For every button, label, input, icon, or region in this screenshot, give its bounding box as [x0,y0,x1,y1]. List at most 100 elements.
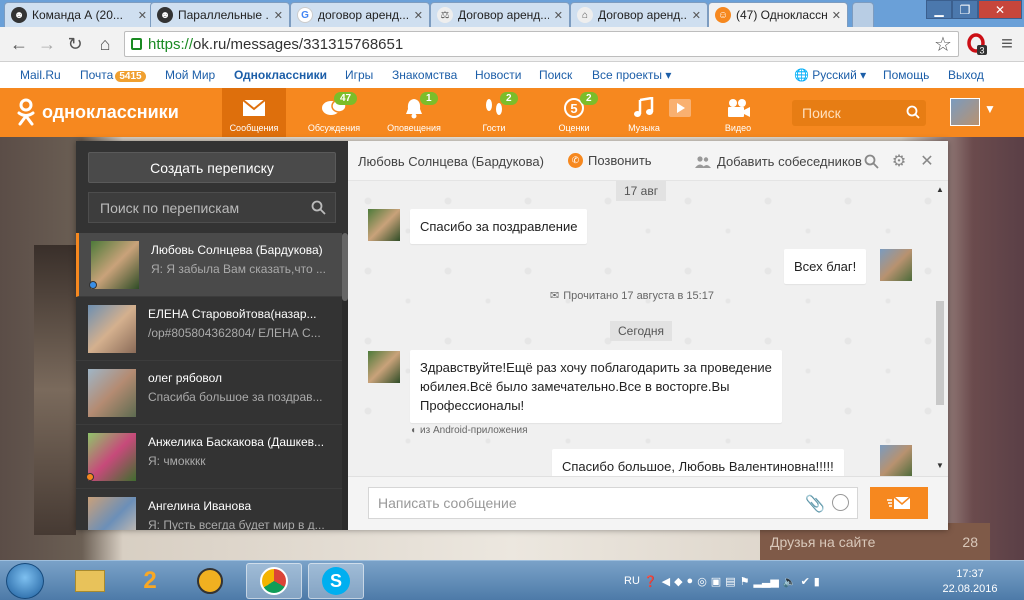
avatar[interactable] [880,249,912,281]
close-icon[interactable]: ✕ [918,152,936,170]
browser-tab-4[interactable]: ⚖ Договор аренд... ✕ [430,2,570,27]
taskbar-explorer[interactable] [62,563,118,599]
taskbar-app-3[interactable] [182,563,238,599]
face-icon: ☻ [11,7,27,23]
online-status-dot [86,473,94,481]
menu-icon[interactable]: ≡ [996,33,1018,55]
minimize-icon[interactable]: ▁ [926,0,952,19]
language-indicator[interactable]: RU [624,575,640,587]
conversation-search-input[interactable]: Поиск по перепискам [88,192,336,223]
chat-scrollbar[interactable]: ▲ ▼ [934,181,946,476]
music-play-button[interactable] [666,88,694,137]
chat-title[interactable]: Любовь Солнцева (Бардукова) [358,154,544,169]
new-tab-button[interactable] [852,2,874,27]
avatar[interactable] [368,351,400,383]
help-icon[interactable]: ❓ [644,575,658,588]
music-note-icon [631,97,657,119]
nav-notifications[interactable]: 1 Оповещения [382,88,446,137]
gear-icon[interactable]: ⚙ [890,152,908,170]
close-tab-icon[interactable]: ✕ [832,9,841,22]
create-conversation-button[interactable]: Создать переписку [88,152,336,183]
close-window-icon[interactable]: ✕ [978,0,1022,19]
tray-app-icon[interactable]: ◎ [697,575,707,588]
forward-arrow-icon[interactable]: → [36,33,58,55]
face-icon: ☻ [157,7,173,23]
tray-app-icon[interactable]: ◆ [674,575,682,588]
conversation-list: Любовь Солнцева (Бардукова) Я: Я забыла … [76,233,342,530]
ok-search-input[interactable]: Поиск [792,100,926,126]
language-select[interactable]: 🌐 Русский ▾ [794,68,866,82]
taskbar-chrome[interactable] [246,563,302,599]
search-link[interactable]: Поиск [539,68,572,82]
search-icon[interactable] [862,152,880,170]
message-composer: Написать сообщение 📎 [348,476,948,530]
nav-messages[interactable]: Сообщения [222,88,286,137]
conversation-item[interactable]: Любовь Солнцева (Бардукова) Я: Я забыла … [76,233,342,297]
volume-icon[interactable]: 🔈 [783,575,797,588]
taskbar-app-2[interactable]: 2 [122,563,178,599]
conversation-item[interactable]: олег рябовол Спасиба большое за поздрав.… [76,361,342,425]
dating-link[interactable]: Знакомства [392,68,457,82]
nav-guests[interactable]: 2 Гости [462,88,526,137]
conversation-item[interactable]: ЕЛЕНА Старовойтова(назар... /op#80580436… [76,297,342,361]
close-tab-icon[interactable]: ✕ [138,9,147,22]
tray-app-icon[interactable]: ▤ [725,575,735,588]
nav-discussions[interactable]: 47 Обсуждения [302,88,366,137]
close-tab-icon[interactable]: ✕ [274,9,283,22]
url-input[interactable]: https://ok.ru/messages/331315768651 [124,31,959,57]
add-participants-button[interactable]: Добавить собеседников [695,154,862,169]
avatar[interactable] [880,445,912,476]
opera-extension-icon[interactable]: 3 [966,33,988,55]
nav-video[interactable]: Видео [706,88,770,137]
browser-tab-6[interactable]: ☺ (47) Одноклассн... ✕ [708,2,848,27]
signal-icon[interactable]: ▂▃▅ [753,575,778,588]
reload-icon[interactable]: ↻ [64,33,86,55]
mail-link[interactable]: Почта 5415 [80,68,146,82]
avatar[interactable] [368,209,400,241]
back-arrow-icon[interactable]: ← [8,33,30,55]
network-icon[interactable]: ▮ [814,575,820,588]
message-input[interactable]: Написать сообщение 📎 [368,487,858,519]
tray-app-icon[interactable]: ▣ [711,575,721,588]
close-tab-icon[interactable]: ✕ [414,9,423,22]
search-icon[interactable] [311,200,326,218]
my-world-link[interactable]: Мой Мир [165,68,215,82]
ok-logo[interactable]: одноклассники [16,98,179,126]
paperclip-icon[interactable]: 📎 [805,494,825,514]
browser-tab-2[interactable]: ☻ Параллельные ... ✕ [150,2,290,27]
home-icon[interactable]: ⌂ [94,33,116,55]
games-link[interactable]: Игры [345,68,373,82]
help-link[interactable]: Помощь [883,68,929,82]
smiley-icon[interactable] [832,494,849,511]
taskbar-clock[interactable]: 17:37 22.08.2016 [940,567,1000,597]
mailru-link[interactable]: Mail.Ru [20,68,61,82]
bookmark-star-icon[interactable]: ☆ [932,33,954,56]
conversation-item[interactable]: Ангелина Иванова Я: Пусть всегда будет м… [76,489,342,530]
flag-icon[interactable]: ⚑ [740,575,750,588]
browser-tab-3[interactable]: G договор аренд... ✕ [290,2,430,27]
search-icon[interactable] [906,105,920,122]
scrollbar-thumb[interactable] [936,301,944,405]
chevron-down-icon[interactable]: ▼ [984,102,996,116]
taskbar-skype[interactable]: S [308,563,364,599]
send-button[interactable] [870,487,928,519]
all-projects-link[interactable]: Все проекты ▾ [592,68,671,82]
news-link[interactable]: Новости [475,68,521,82]
conversation-item[interactable]: Анжелика Баскакова (Дашкев... Я: чмокккк [76,425,342,489]
close-tab-icon[interactable]: ✕ [692,9,701,22]
logout-link[interactable]: Выход [948,68,984,82]
browser-tab-1[interactable]: ☻ Команда А (20... ✕ [4,2,154,27]
call-button[interactable]: ✆ Позвонить [568,153,652,168]
maximize-icon[interactable]: ❐ [952,0,978,19]
tray-expand-icon[interactable]: ◀ [662,575,670,588]
user-avatar[interactable] [950,98,980,126]
browser-tab-5[interactable]: ⌂ Договор аренд... ✕ [570,2,708,27]
scroll-down-arrow-icon[interactable]: ▼ [936,461,944,470]
nav-ratings[interactable]: 2 5 Оценки [542,88,606,137]
odnoklassniki-link[interactable]: Одноклассники [234,68,327,82]
scroll-up-arrow-icon[interactable]: ▲ [936,185,944,194]
close-tab-icon[interactable]: ✕ [554,9,563,22]
start-button[interactable] [6,563,44,599]
tray-app-icon[interactable]: ✔ [801,575,810,588]
tray-app-icon[interactable]: ● [687,575,694,587]
